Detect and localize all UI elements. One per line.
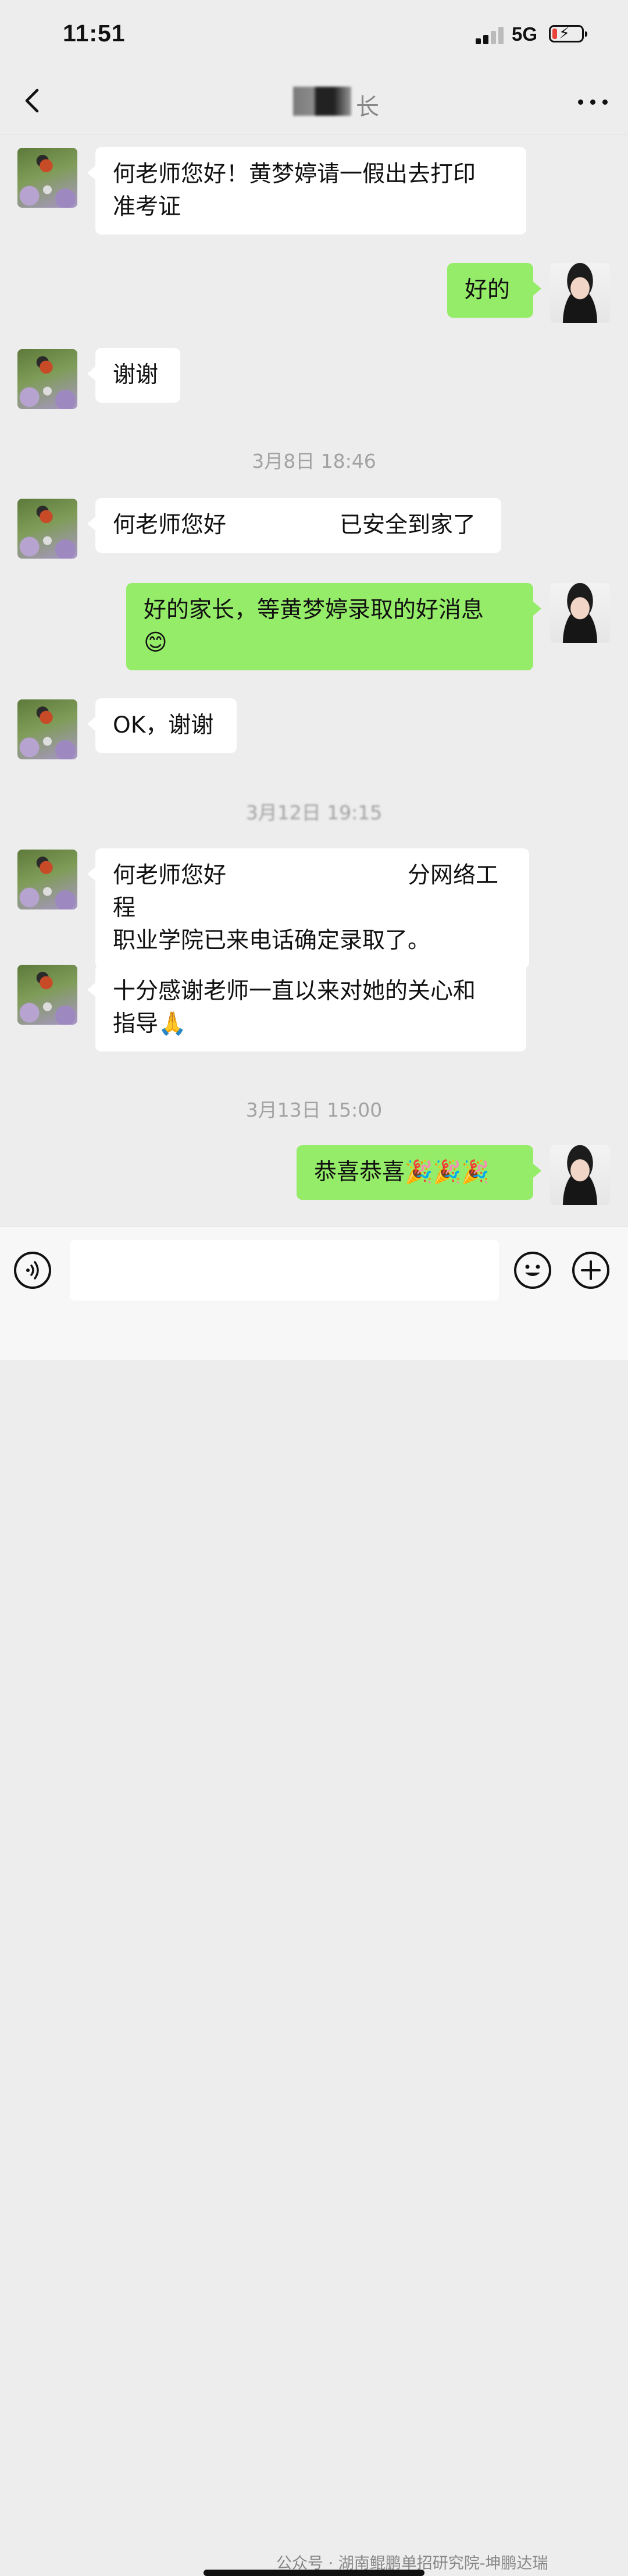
chevron-left-icon [25,88,39,113]
status-bar: 11:51 5G ⚡ [0,0,628,73]
network-label: 5G [512,23,538,45]
message-bubble-in[interactable]: 谢谢 [87,348,180,403]
signal-icon [476,26,505,44]
home-indicator[interactable] [204,2570,424,2576]
message-bubble-in[interactable]: 何老师您好！黄梦婷请一假出去打印 准考证 [87,147,526,234]
back-button[interactable] [16,83,51,118]
avatar-teacher[interactable] [550,1145,610,1205]
timestamp: 3月8日 18:46 [252,450,376,472]
plus-button[interactable] [572,1252,609,1289]
message-bubble-in[interactable]: 十分感谢老师一直以来对她的关心和 指导🙏 [87,964,526,1051]
status-time: 11:51 [63,20,126,47]
voice-button[interactable] [14,1252,51,1289]
timestamp: 3月13日 15:00 [245,1099,383,1121]
emoji-icon [525,1264,540,1276]
avatar-parent[interactable] [17,699,77,759]
message-bubble-out[interactable]: 好的 [447,263,541,318]
avatar-parent[interactable] [17,499,77,559]
chat-header: 长 [0,73,628,134]
avatar-teacher[interactable] [550,583,610,643]
avatar-parent[interactable] [17,965,77,1025]
voice-icon [26,1261,39,1280]
avatar-parent[interactable] [17,850,77,909]
plus-icon [581,1260,601,1280]
avatar-teacher[interactable] [550,263,610,323]
avatar-parent[interactable] [17,148,77,208]
more-dots-icon [578,100,583,105]
chat-title: 长 [356,94,379,120]
emoji-button[interactable] [514,1252,551,1289]
message-bubble-out[interactable]: 恭喜恭喜🎉🎉🎉 [297,1145,541,1200]
message-bubble-in[interactable]: OK，谢谢 [87,698,237,753]
chat-input-bar: 公众号 · 湖南鲲鹏单招研究院-坤鹏达瑞 [0,1227,628,2576]
avatar-parent[interactable] [17,349,77,409]
title-redaction [293,87,351,116]
message-input[interactable] [70,1240,499,1301]
more-button[interactable] [576,96,611,108]
message-bubble-out[interactable]: 好的家长，等黄梦婷录取的好消息 😊 [126,583,541,670]
message-bubble-in[interactable]: 何老师您好 分网络工程 职业学院已来电话确定录取了。 [87,848,529,968]
message-bubble-in[interactable]: 何老师您好 已安全到家了 [87,498,501,553]
battery-icon: ⚡ [549,24,587,42]
timestamp: 3月12日 19:15 [245,801,383,824]
